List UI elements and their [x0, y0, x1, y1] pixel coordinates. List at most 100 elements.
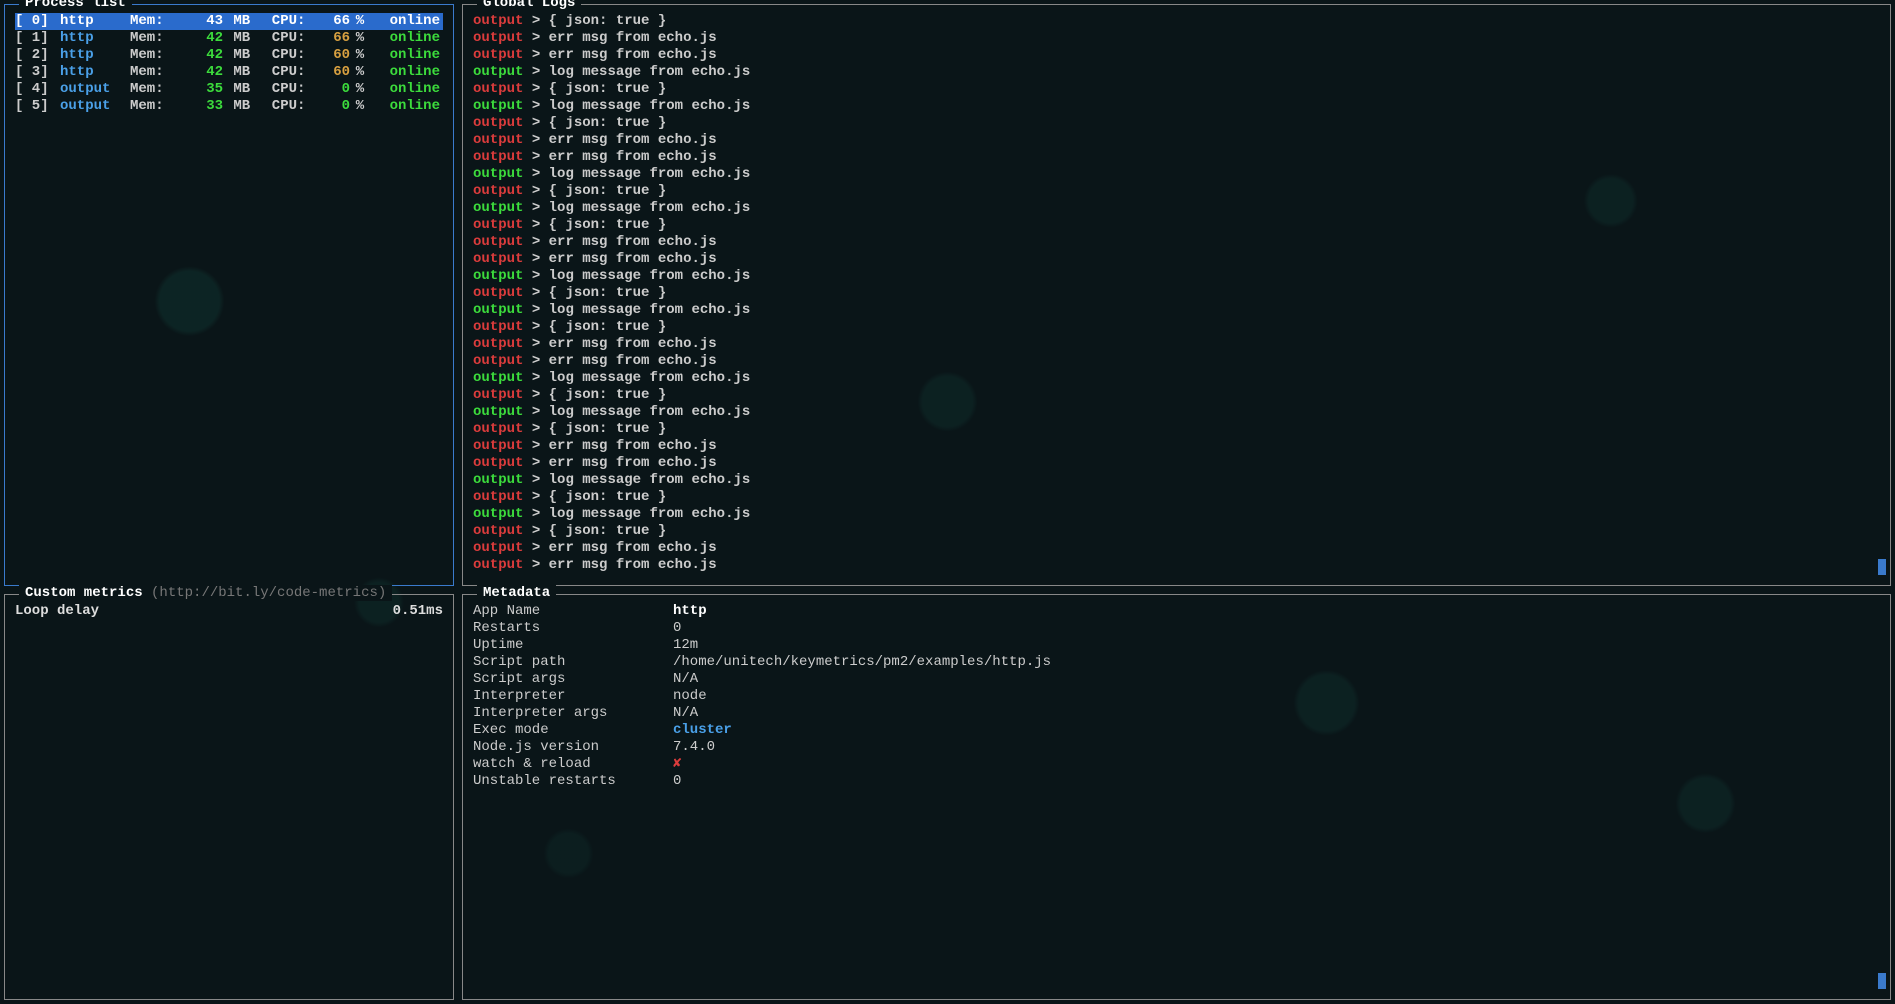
cpu-label: CPU:: [255, 64, 310, 81]
log-message: { json: true }: [549, 319, 667, 335]
log-line: output > log message from echo.js: [473, 200, 1880, 217]
process-row[interactable]: [ 1]httpMem:42 MB CPU:66%online: [15, 30, 443, 47]
log-source: output: [473, 132, 523, 148]
log-separator: >: [523, 47, 548, 63]
log-message: { json: true }: [549, 81, 667, 97]
log-separator: >: [523, 234, 548, 250]
log-message: { json: true }: [549, 489, 667, 505]
log-separator: >: [523, 472, 548, 488]
cpu-unit: %: [350, 98, 370, 115]
log-line: output > { json: true }: [473, 183, 1880, 200]
log-line: output > { json: true }: [473, 387, 1880, 404]
cpu-value: 0: [310, 98, 350, 115]
metadata-row: Exec modecluster: [473, 722, 1880, 739]
log-separator: >: [523, 217, 548, 233]
log-separator: >: [523, 64, 548, 80]
log-line: output > err msg from echo.js: [473, 234, 1880, 251]
process-list-panel[interactable]: Process list [ 0]httpMem:43 MB CPU:66%on…: [4, 4, 454, 586]
log-line: output > err msg from echo.js: [473, 540, 1880, 557]
log-message: { json: true }: [549, 421, 667, 437]
log-source: output: [473, 268, 523, 284]
custom-metrics-panel[interactable]: Custom metrics (http://bit.ly/code-metri…: [4, 594, 454, 1000]
scroll-indicator-icon[interactable]: [1878, 973, 1886, 989]
cpu-value: 66: [310, 30, 350, 47]
scroll-indicator-icon[interactable]: [1878, 559, 1886, 575]
metadata-key: Unstable restarts: [473, 773, 673, 790]
cpu-label: CPU:: [255, 47, 310, 64]
metadata-value: 12m: [673, 637, 1880, 654]
log-message: { json: true }: [549, 285, 667, 301]
metadata-row: Script path/home/unitech/keymetrics/pm2/…: [473, 654, 1880, 671]
process-index: [ 1]: [15, 30, 60, 47]
log-message: err msg from echo.js: [549, 149, 717, 165]
log-separator: >: [523, 81, 548, 97]
log-separator: >: [523, 489, 548, 505]
log-message: log message from echo.js: [549, 98, 751, 114]
log-message: log message from echo.js: [549, 370, 751, 386]
log-message: log message from echo.js: [549, 200, 751, 216]
log-message: log message from echo.js: [549, 404, 751, 420]
metadata-panel[interactable]: Metadata App NamehttpRestarts0Uptime12mS…: [462, 594, 1891, 1000]
log-message: { json: true }: [549, 13, 667, 29]
cpu-value: 66: [310, 13, 350, 30]
log-source: output: [473, 421, 523, 437]
metadata-value: /home/unitech/keymetrics/pm2/examples/ht…: [673, 654, 1880, 671]
log-line: output > err msg from echo.js: [473, 47, 1880, 64]
cpu-label: CPU:: [255, 13, 310, 30]
metadata-row: Interpreternode: [473, 688, 1880, 705]
log-source: output: [473, 13, 523, 29]
log-line: output > log message from echo.js: [473, 98, 1880, 115]
process-row[interactable]: [ 4]outputMem:35 MB CPU:0%online: [15, 81, 443, 98]
process-name: http: [60, 64, 130, 81]
metadata-value: N/A: [673, 705, 1880, 722]
cpu-unit: %: [350, 13, 370, 30]
metadata-key: Script args: [473, 671, 673, 688]
metadata-key: Restarts: [473, 620, 673, 637]
process-row[interactable]: [ 3]httpMem:42 MB CPU:60%online: [15, 64, 443, 81]
metadata-row: watch & reload✘: [473, 756, 1880, 773]
process-name: http: [60, 47, 130, 64]
mem-value: 42: [180, 47, 225, 64]
log-line: output > log message from echo.js: [473, 64, 1880, 81]
log-source: output: [473, 166, 523, 182]
metadata-key: Interpreter: [473, 688, 673, 705]
log-line: output > { json: true }: [473, 319, 1880, 336]
metadata-key: Interpreter args: [473, 705, 673, 722]
metadata-value: node: [673, 688, 1880, 705]
metadata-key: Uptime: [473, 637, 673, 654]
mem-label: Mem:: [130, 81, 180, 98]
log-message: err msg from echo.js: [549, 234, 717, 250]
cpu-label: CPU:: [255, 98, 310, 115]
log-line: output > { json: true }: [473, 489, 1880, 506]
log-separator: >: [523, 404, 548, 420]
log-separator: >: [523, 302, 548, 318]
global-logs-panel[interactable]: Global Logs output > { json: true }outpu…: [462, 4, 1891, 586]
metadata-row: Restarts0: [473, 620, 1880, 637]
process-row[interactable]: [ 0]httpMem:43 MB CPU:66%online: [15, 13, 443, 30]
cpu-value: 0: [310, 81, 350, 98]
metadata-title: Metadata: [477, 585, 556, 601]
process-status: online: [370, 47, 440, 64]
mem-unit: MB: [225, 13, 255, 30]
log-separator: >: [523, 268, 548, 284]
mem-unit: MB: [225, 30, 255, 47]
log-separator: >: [523, 370, 548, 386]
process-status: online: [370, 98, 440, 115]
log-source: output: [473, 455, 523, 471]
process-row[interactable]: [ 2]httpMem:42 MB CPU:60%online: [15, 47, 443, 64]
log-separator: >: [523, 455, 548, 471]
log-separator: >: [523, 387, 548, 403]
metadata-value: 0: [673, 620, 1880, 637]
log-line: output > { json: true }: [473, 115, 1880, 132]
log-separator: >: [523, 506, 548, 522]
mem-value: 33: [180, 98, 225, 115]
log-source: output: [473, 251, 523, 267]
process-row[interactable]: [ 5]outputMem:33 MB CPU:0%online: [15, 98, 443, 115]
log-source: output: [473, 336, 523, 352]
log-separator: >: [523, 132, 548, 148]
log-line: output > err msg from echo.js: [473, 30, 1880, 47]
log-source: output: [473, 506, 523, 522]
log-line: output > { json: true }: [473, 13, 1880, 30]
log-source: output: [473, 200, 523, 216]
metadata-row: Script argsN/A: [473, 671, 1880, 688]
